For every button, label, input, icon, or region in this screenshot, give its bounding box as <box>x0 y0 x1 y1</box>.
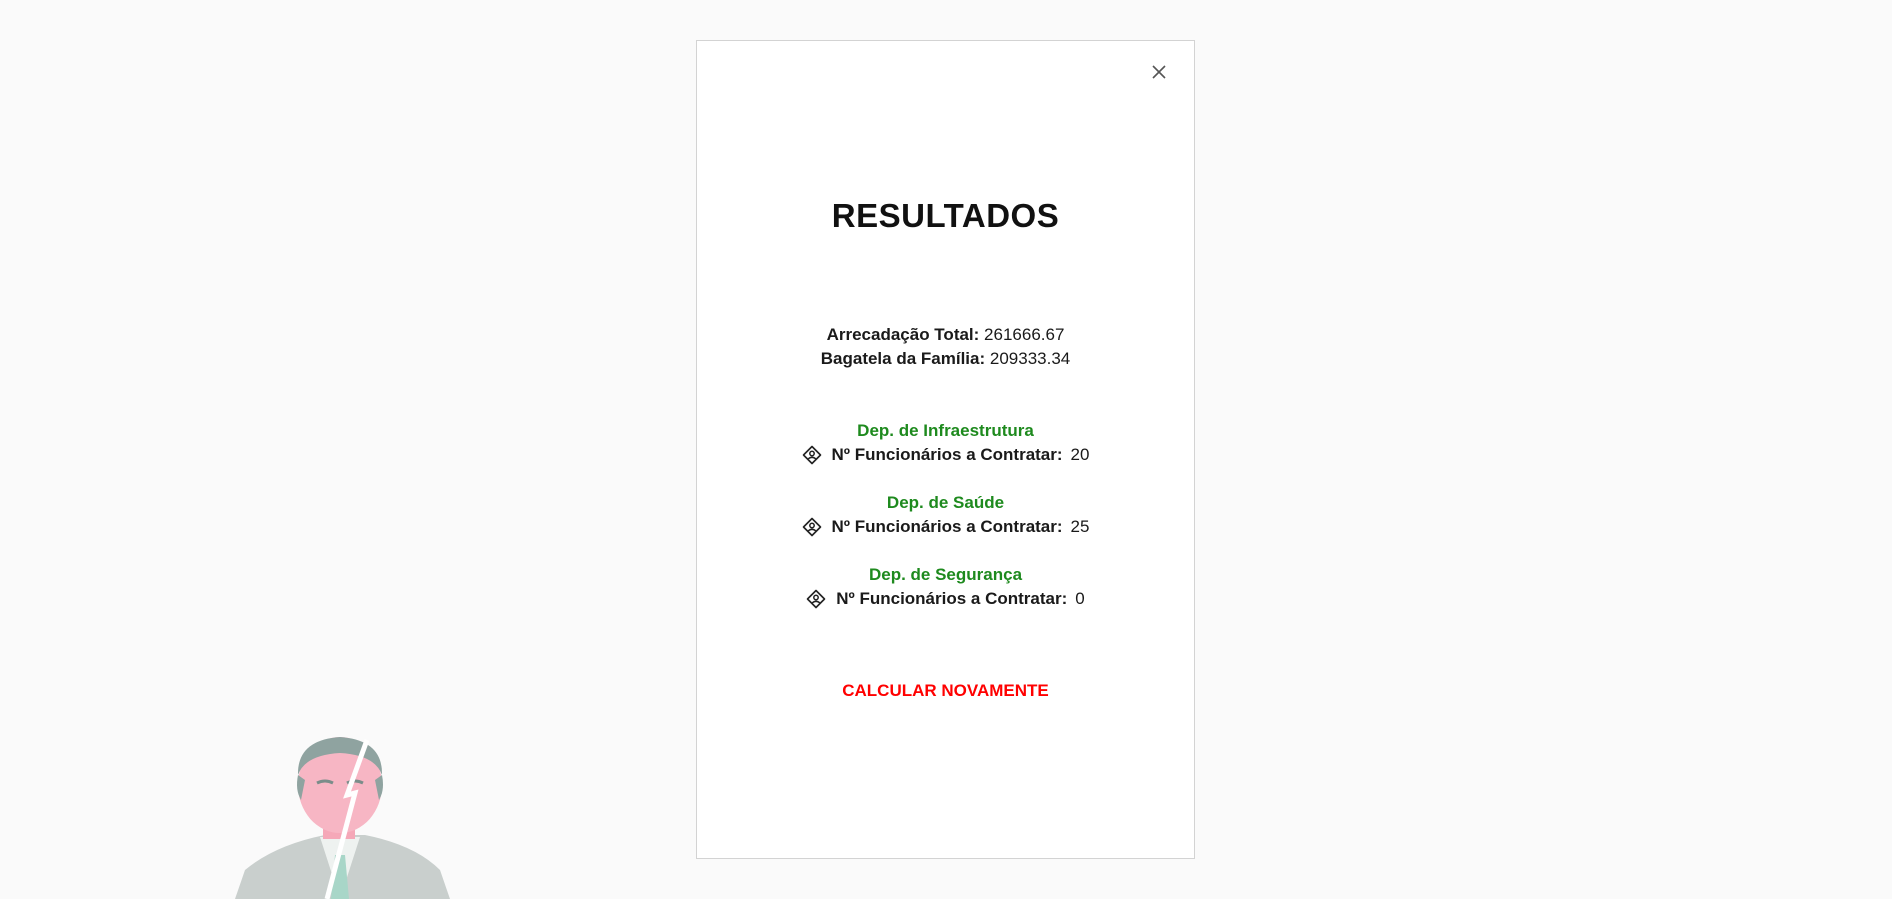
family-trifle-value: 209333.34 <box>989 349 1071 368</box>
department-name: Dep. de Infraestrutura <box>857 421 1034 440</box>
department-hires-row: Nº Funcionários a Contratar: 25 <box>697 515 1194 539</box>
department-hires-label: Nº Funcionários a Contratar: <box>831 517 1063 536</box>
department-item-security: Dep. de Segurança Nº Funcionários a Cont… <box>697 563 1194 611</box>
total-collection-row: Arrecadação Total: 261666.67 <box>697 323 1194 347</box>
department-hires-row: Nº Funcionários a Contratar: 20 <box>697 443 1194 467</box>
department-name: Dep. de Saúde <box>886 493 1005 512</box>
close-icon <box>1152 65 1166 79</box>
department-hires-label: Nº Funcionários a Contratar: <box>831 445 1063 464</box>
departments-list: Dep. de Infraestrutura Nº Funcionários a… <box>697 419 1194 635</box>
department-hires-row: Nº Funcionários a Contratar: 0 <box>697 587 1194 611</box>
family-trifle-label: Bagatela da Família: <box>820 349 986 368</box>
department-hires-value: 25 <box>1070 517 1090 536</box>
person-badge-icon <box>806 589 826 609</box>
department-hires-value: 20 <box>1070 445 1090 464</box>
results-modal: RESULTADOS Arrecadação Total: 261666.67 … <box>696 40 1195 859</box>
total-collection-value: 261666.67 <box>984 325 1065 344</box>
department-item-infrastructure: Dep. de Infraestrutura Nº Funcionários a… <box>697 419 1194 467</box>
total-collection-label: Arrecadação Total: <box>826 325 980 344</box>
recalculate-button[interactable]: CALCULAR NOVAMENTE <box>697 681 1194 701</box>
results-title: RESULTADOS <box>831 197 1060 234</box>
close-button[interactable] <box>1146 59 1172 85</box>
family-trifle-row: Bagatela da Família: 209333.34 <box>697 347 1194 371</box>
department-hires-label: Nº Funcionários a Contratar: <box>836 589 1068 608</box>
department-name: Dep. de Segurança <box>868 565 1023 584</box>
businessman-illustration <box>235 737 450 899</box>
totals-section: Arrecadação Total: 261666.67 Bagatela da… <box>697 323 1194 371</box>
person-badge-icon <box>802 517 822 537</box>
department-item-health: Dep. de Saúde Nº Funcionários a Contrata… <box>697 491 1194 539</box>
person-badge-icon <box>802 445 822 465</box>
department-hires-value: 0 <box>1075 589 1085 608</box>
page: RESULTADOS Arrecadação Total: 261666.67 … <box>0 0 1892 899</box>
